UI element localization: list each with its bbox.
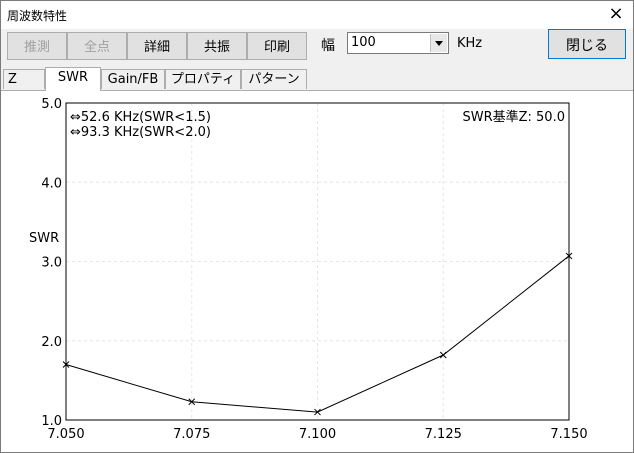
- y-tick-label: 4.0: [41, 176, 62, 191]
- toolbar: 推測 全点 詳細 共振 印刷 幅 100 KHz 閉じる: [1, 29, 633, 65]
- reference-impedance-annotation: SWR基準Z: 50.0: [462, 109, 565, 125]
- details-button[interactable]: 詳細: [127, 32, 187, 60]
- x-tick-label: 7.125: [425, 427, 462, 442]
- y-tick-label: 3.0: [41, 256, 62, 271]
- tab-swr[interactable]: SWR: [45, 67, 101, 91]
- bandwidth-swr20-annotation: ⇔93.3 KHz(SWR<2.0): [70, 125, 211, 140]
- swr-chart-area: 1.0 2.0 3.0 4.0 5.0 7.050 7.075 7.100 7.125 7.15…: [1, 91, 633, 452]
- y-tick-label: 5.0: [41, 97, 62, 112]
- estimate-button: 推測: [7, 32, 67, 60]
- tab-z[interactable]: Z: [3, 69, 45, 89]
- x-tick-label: 7.150: [550, 427, 587, 442]
- window-title: 周波数特性: [7, 9, 68, 23]
- close-icon[interactable]: ×: [605, 3, 627, 25]
- x-tick-labels: 7.050 7.075 7.100 7.125 7.150: [47, 427, 587, 442]
- tab-gain-fb[interactable]: Gain/FB: [101, 69, 165, 89]
- y-tick-labels: 1.02.03.04.05.0: [41, 97, 62, 429]
- print-button[interactable]: 印刷: [247, 32, 307, 60]
- chevron-down-icon[interactable]: [430, 34, 447, 52]
- resonance-button[interactable]: 共振: [187, 32, 247, 60]
- x-tick-label: 7.050: [47, 427, 84, 442]
- tab-pattern[interactable]: パターン: [241, 69, 307, 89]
- all-points-button: 全点: [67, 32, 127, 60]
- width-unit-label: KHz: [457, 36, 483, 51]
- tab-bar: Z SWR Gain/FB プロパティ パターン: [1, 67, 633, 91]
- width-select-value: 100: [351, 35, 376, 50]
- grid-lines: [66, 103, 569, 420]
- bandwidth-swr15-annotation: ⇔52.6 KHz(SWR<1.5): [70, 110, 211, 125]
- x-tick-label: 7.075: [173, 427, 210, 442]
- width-select[interactable]: 100: [347, 32, 449, 54]
- width-label: 幅: [321, 38, 335, 54]
- tab-properties[interactable]: プロパティ: [165, 69, 241, 89]
- y-tick-label: 2.0: [41, 335, 62, 350]
- swr-chart: 1.02.03.04.05.0 7.050 7.075 7.100 7.125 7.15…: [29, 97, 588, 442]
- x-tick-label: 7.100: [299, 427, 336, 442]
- title-bar: 周波数特性 ×: [1, 1, 633, 29]
- y-axis-label: SWR: [29, 231, 59, 246]
- close-button[interactable]: 閉じる: [548, 29, 626, 59]
- frequency-characteristics-window: 周波数特性 × 推測 全点 詳細 共振 印刷 幅 100 KHz 閉じる Z S…: [0, 0, 634, 453]
